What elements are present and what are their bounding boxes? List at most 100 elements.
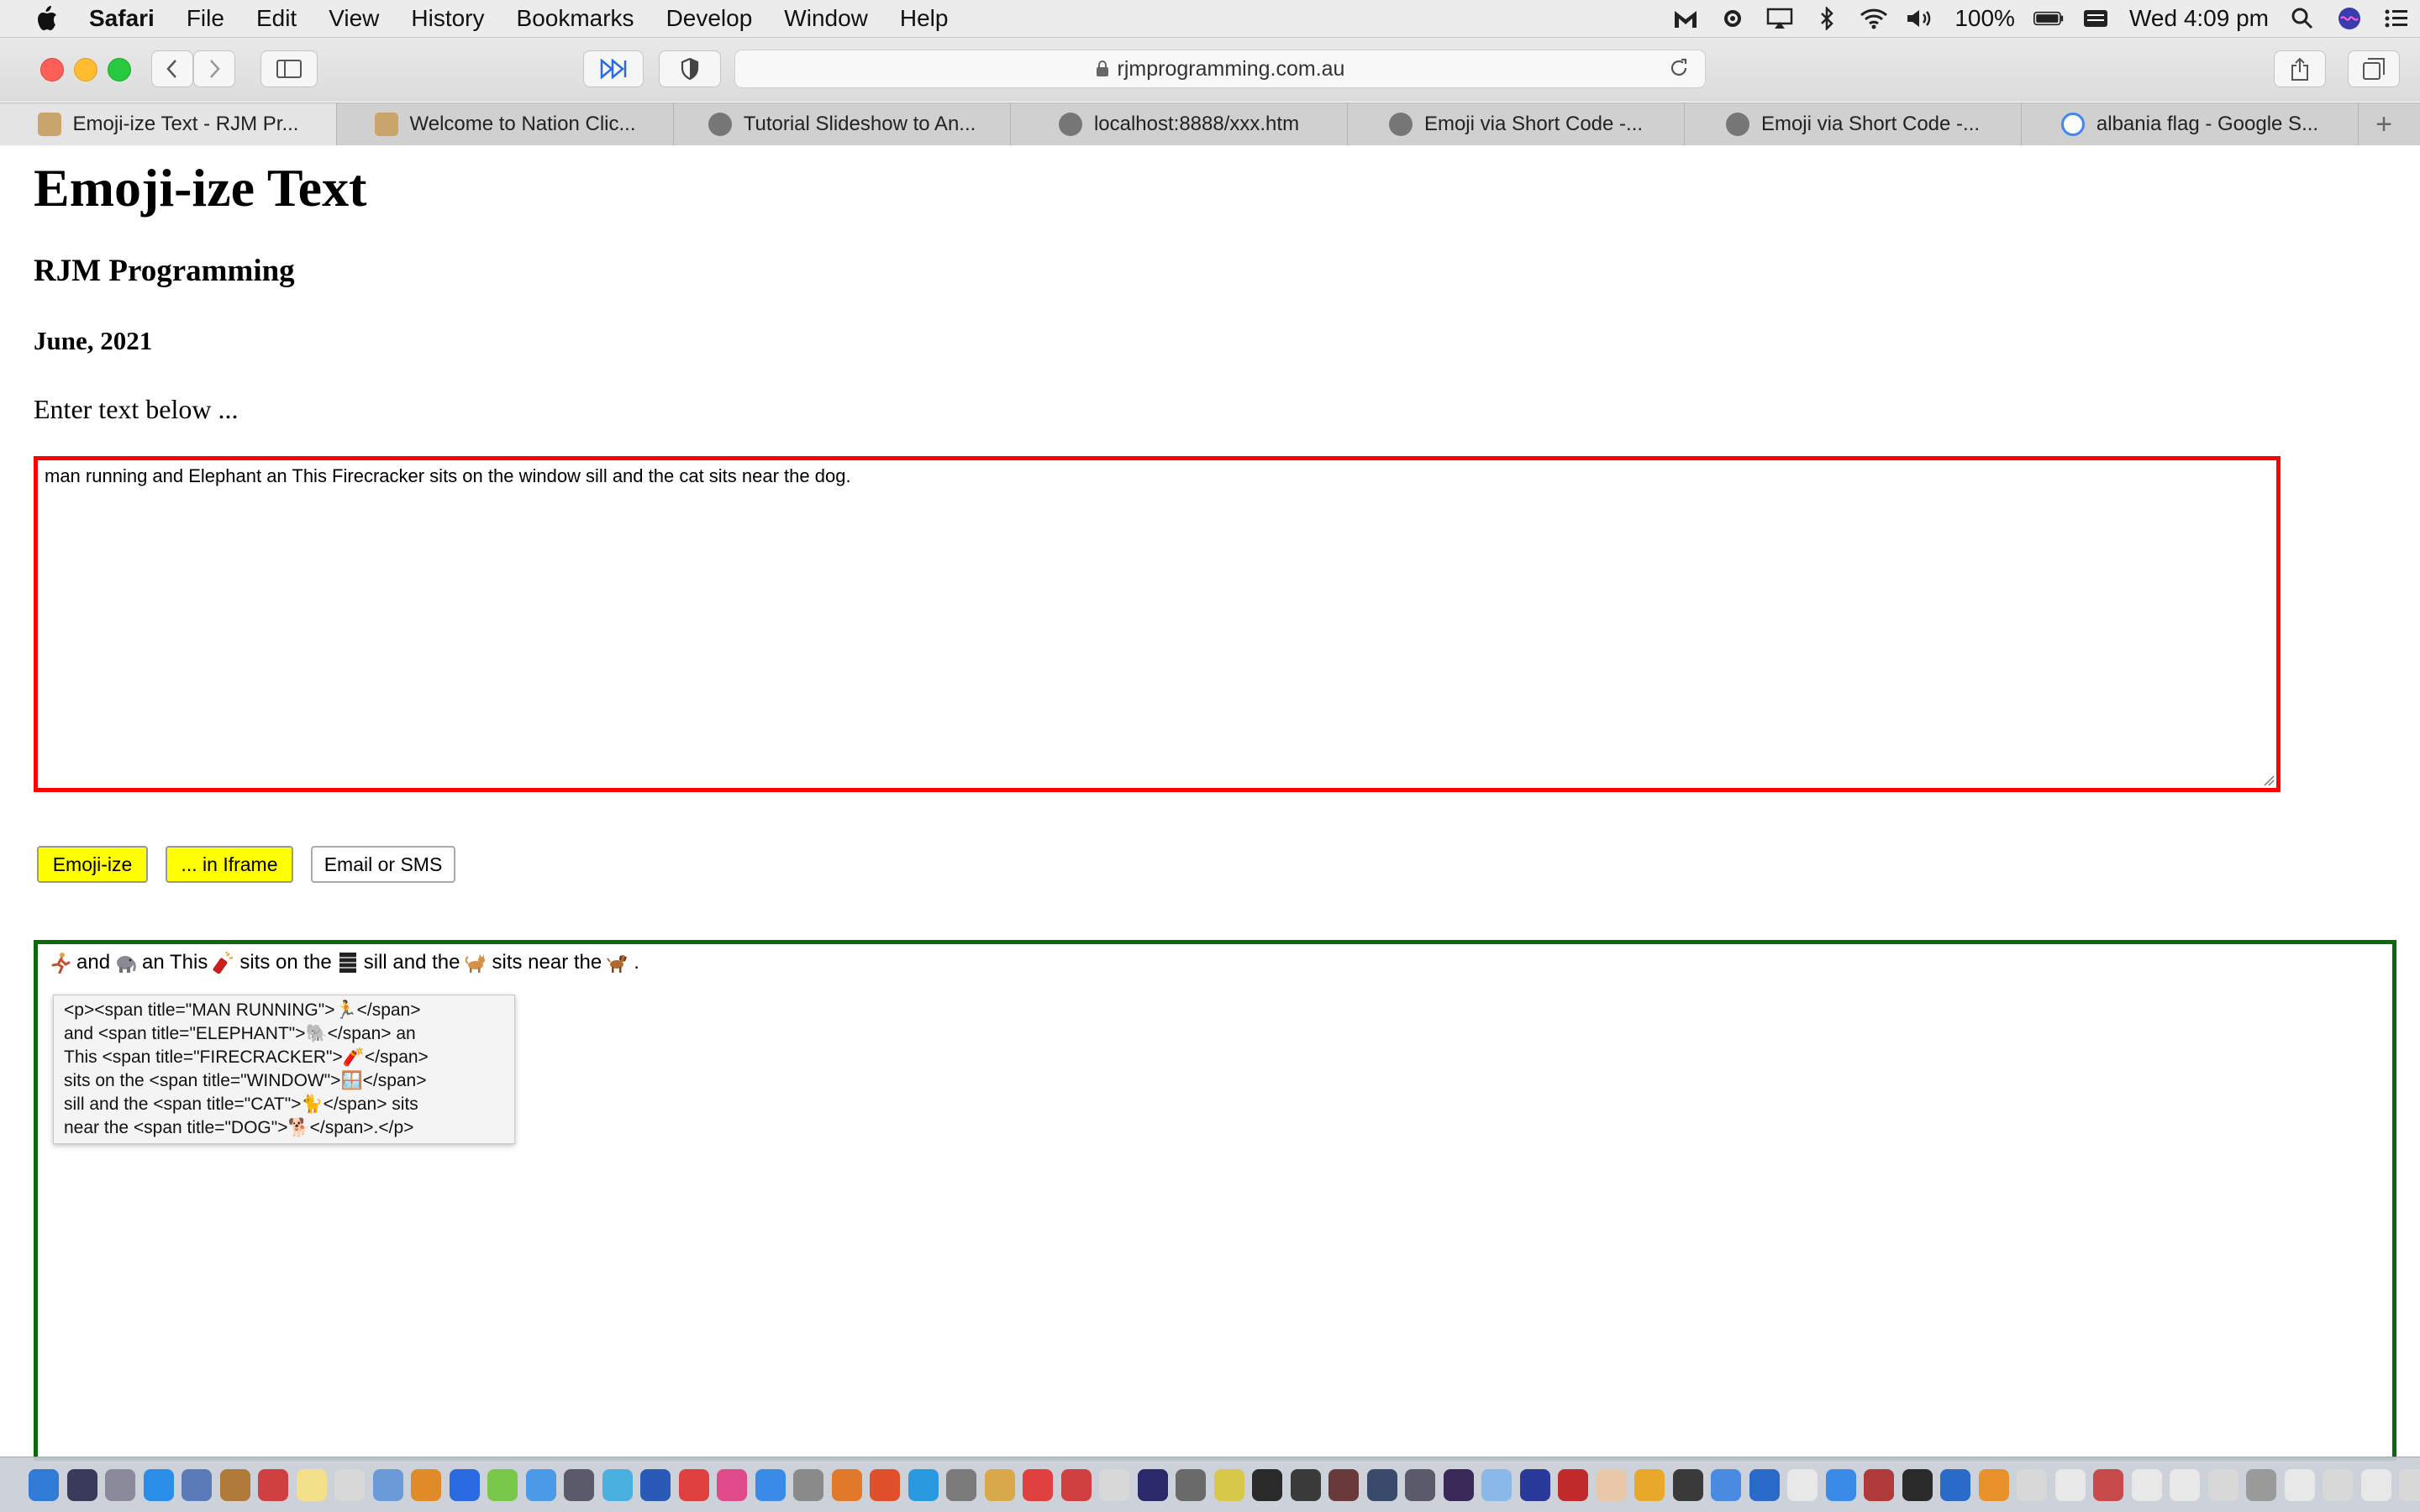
menu-file[interactable]: File xyxy=(187,5,224,32)
dock-app-icon[interactable] xyxy=(1864,1468,1894,1501)
dock-app-icon[interactable] xyxy=(372,1468,403,1501)
tab-localhost[interactable]: localhost:8888/xxx.htm xyxy=(1011,103,1348,145)
dock-app-icon[interactable] xyxy=(1405,1468,1435,1501)
menu-develop[interactable]: Develop xyxy=(666,5,753,32)
malwarebytes-icon[interactable] xyxy=(1670,6,1701,31)
dock-app-icon[interactable] xyxy=(2360,1468,2391,1501)
share-button[interactable] xyxy=(2274,50,2326,87)
show-tabs-button[interactable] xyxy=(2348,50,2400,87)
dock-app-icon[interactable] xyxy=(1940,1468,1970,1501)
dock-app-icon[interactable] xyxy=(1519,1468,1550,1501)
dock-app-icon[interactable] xyxy=(143,1468,174,1501)
dock-app-icon[interactable] xyxy=(258,1468,288,1501)
window-close-button[interactable] xyxy=(40,58,64,81)
dock-app-icon[interactable] xyxy=(1978,1468,2009,1501)
spotlight-search-icon[interactable] xyxy=(2287,6,2317,31)
dock-app-icon[interactable] xyxy=(1328,1468,1359,1501)
dock-app-icon[interactable] xyxy=(1711,1468,1741,1501)
dock-app-icon[interactable] xyxy=(1596,1468,1627,1501)
dock-app-icon[interactable] xyxy=(908,1468,939,1501)
dock-app-icon[interactable] xyxy=(1060,1468,1092,1501)
dock-app-icon[interactable] xyxy=(640,1468,671,1501)
emojize-button[interactable]: Emoji-ize xyxy=(37,846,148,883)
dock-app-icon[interactable] xyxy=(1252,1468,1282,1501)
dock-app-icon[interactable] xyxy=(219,1468,250,1501)
reload-icon[interactable] xyxy=(1668,57,1690,79)
menu-history[interactable]: History xyxy=(411,5,484,32)
dock-app-icon[interactable] xyxy=(2284,1468,2315,1501)
dock-app-icon[interactable] xyxy=(602,1468,633,1501)
new-tab-button[interactable]: + xyxy=(2359,103,2409,145)
dock-app-icon[interactable] xyxy=(2017,1468,2047,1501)
keyboard-input-icon[interactable] xyxy=(2081,6,2111,31)
text-input-area[interactable]: man running and Elephant an This Firecra… xyxy=(34,456,2281,792)
dock-app-icon[interactable] xyxy=(678,1468,709,1501)
dock-app-icon[interactable] xyxy=(1213,1468,1244,1501)
tab-tutorial-slideshow[interactable]: Tutorial Slideshow to An... xyxy=(674,103,1011,145)
dock-app-icon[interactable] xyxy=(334,1468,365,1501)
dock-app-icon[interactable] xyxy=(2399,1468,2420,1501)
dock-app-icon[interactable] xyxy=(755,1468,786,1501)
dock-app-icon[interactable] xyxy=(1672,1468,1703,1501)
dock-app-icon[interactable] xyxy=(1366,1468,1397,1501)
dock-app-icon[interactable] xyxy=(1634,1468,1665,1501)
address-bar[interactable]: rjmprogramming.com.au xyxy=(734,50,1706,88)
menubar-clock[interactable]: Wed 4:09 pm xyxy=(2129,5,2269,32)
menu-view[interactable]: View xyxy=(329,5,379,32)
airplay-icon[interactable] xyxy=(1765,6,1795,31)
dock-app-icon[interactable] xyxy=(984,1468,1015,1501)
siri-icon[interactable] xyxy=(2334,6,2365,31)
dock-app-icon[interactable] xyxy=(105,1468,135,1501)
dock-app-icon[interactable] xyxy=(29,1468,59,1501)
wifi-icon[interactable] xyxy=(1859,6,1889,31)
dock-app-icon[interactable] xyxy=(411,1468,441,1501)
tab-emoji-ize-text[interactable]: Emoji-ize Text - RJM Pr... xyxy=(0,103,337,145)
dock-app-icon[interactable] xyxy=(525,1468,556,1501)
tab-albania-flag-google[interactable]: albania flag - Google S... xyxy=(2022,103,2359,145)
menu-bookmarks[interactable]: Bookmarks xyxy=(517,5,634,32)
dock-app-icon[interactable] xyxy=(449,1468,480,1501)
dock-app-icon[interactable] xyxy=(1099,1468,1129,1501)
dock-app-icon[interactable] xyxy=(1176,1468,1206,1501)
resize-grip-icon[interactable] xyxy=(2263,774,2275,786)
dock-app-icon[interactable] xyxy=(1290,1468,1321,1501)
back-button[interactable] xyxy=(151,50,193,87)
tab-nation-click[interactable]: Welcome to Nation Clic... xyxy=(337,103,674,145)
dock-app-icon[interactable] xyxy=(946,1468,976,1501)
dock-app-icon[interactable] xyxy=(2170,1468,2200,1501)
notification-center-icon[interactable] xyxy=(2381,6,2412,31)
dock-app-icon[interactable] xyxy=(793,1468,823,1501)
dock-app-icon[interactable] xyxy=(717,1468,747,1501)
dock-app-icon[interactable] xyxy=(296,1468,327,1501)
sidebar-toggle-button[interactable] xyxy=(260,50,318,87)
battery-icon[interactable] xyxy=(2033,6,2064,31)
gear-sparkle-icon[interactable] xyxy=(1718,6,1748,31)
dock-app-icon[interactable] xyxy=(1023,1468,1053,1501)
dock-app-icon[interactable] xyxy=(487,1468,518,1501)
dock-app-icon[interactable] xyxy=(1137,1468,1168,1501)
dock-app-icon[interactable] xyxy=(2131,1468,2162,1501)
menu-edit[interactable]: Edit xyxy=(256,5,297,32)
dock-app-icon[interactable] xyxy=(2323,1468,2353,1501)
dock-app-icon[interactable] xyxy=(2054,1468,2086,1501)
window-minimize-button[interactable] xyxy=(74,58,97,81)
dock-app-icon[interactable] xyxy=(2093,1468,2123,1501)
dock-app-icon[interactable] xyxy=(182,1468,212,1501)
dock-app-icon[interactable] xyxy=(2207,1468,2238,1501)
dock-app-icon[interactable] xyxy=(1443,1468,1474,1501)
tab-emoji-short-code-2[interactable]: Emoji via Short Code -... xyxy=(1685,103,2022,145)
dock-app-icon[interactable] xyxy=(1749,1468,1780,1501)
extension-button[interactable] xyxy=(583,50,644,87)
dock-app-icon[interactable] xyxy=(1558,1468,1588,1501)
dock-app-icon[interactable] xyxy=(831,1468,862,1501)
iframe-button[interactable]: ... in Iframe xyxy=(166,846,293,883)
email-sms-button[interactable]: Email or SMS xyxy=(311,846,455,883)
dock-app-icon[interactable] xyxy=(1481,1468,1512,1501)
forward-button[interactable] xyxy=(193,50,235,87)
window-zoom-button[interactable] xyxy=(108,58,131,81)
tab-emoji-short-code-1[interactable]: Emoji via Short Code -... xyxy=(1348,103,1685,145)
dock-app-icon[interactable] xyxy=(66,1468,97,1501)
app-menu-safari[interactable]: Safari xyxy=(89,5,155,32)
menu-help[interactable]: Help xyxy=(900,5,949,32)
dock-app-icon[interactable] xyxy=(1787,1468,1818,1501)
